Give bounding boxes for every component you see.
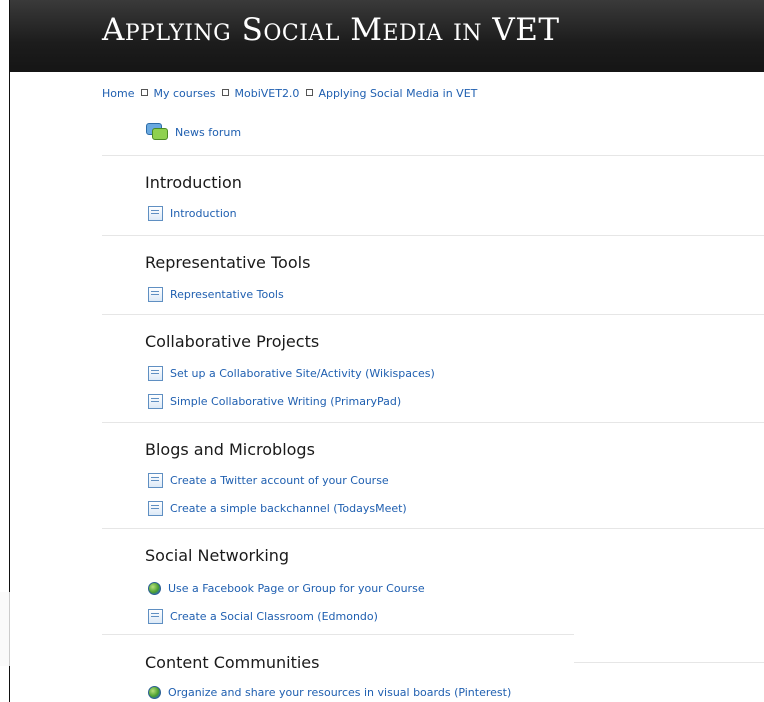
section-divider bbox=[574, 662, 764, 663]
activity-label: Create a simple backchannel (TodaysMeet) bbox=[170, 501, 407, 515]
activity-twitter-account[interactable]: Create a Twitter account of your Course bbox=[148, 470, 389, 490]
page-icon bbox=[148, 286, 163, 302]
activity-label: Set up a Collaborative Site/Activity (Wi… bbox=[170, 366, 435, 380]
activity-label: Create a Social Classroom (Edmondo) bbox=[170, 609, 378, 623]
page-icon bbox=[148, 365, 163, 381]
section-title-social-networking: Social Networking bbox=[145, 546, 290, 565]
side-panel-edge bbox=[0, 592, 10, 666]
section-divider bbox=[102, 235, 764, 236]
section-title-content-communities: Content Communities bbox=[145, 653, 320, 672]
breadcrumb-separator-icon bbox=[141, 89, 149, 96]
activity-label: Organize and share your resources in vis… bbox=[168, 685, 512, 699]
activity-primarypad[interactable]: Simple Collaborative Writing (PrimaryPad… bbox=[148, 391, 401, 411]
activity-representative-tools[interactable]: Representative Tools bbox=[148, 284, 284, 304]
url-icon bbox=[148, 685, 161, 699]
activity-wikispaces[interactable]: Set up a Collaborative Site/Activity (Wi… bbox=[148, 363, 435, 383]
breadcrumb-separator-icon bbox=[222, 89, 230, 96]
section-divider bbox=[102, 422, 764, 423]
section-divider bbox=[102, 155, 764, 156]
course-title: Applying Social Media in VET bbox=[102, 12, 560, 48]
activity-facebook-page[interactable]: Use a Facebook Page or Group for your Co… bbox=[148, 578, 425, 598]
page-icon bbox=[148, 500, 163, 516]
section-title-introduction: Introduction bbox=[145, 173, 242, 192]
section-divider bbox=[102, 528, 764, 529]
activity-label: Create a Twitter account of your Course bbox=[170, 473, 389, 487]
activity-label: Introduction bbox=[170, 206, 237, 220]
page-icon bbox=[148, 393, 163, 409]
breadcrumb-my-courses[interactable]: My courses bbox=[153, 87, 215, 100]
activity-introduction[interactable]: Introduction bbox=[148, 203, 237, 223]
course-header-banner: Applying Social Media in VET bbox=[10, 0, 764, 72]
breadcrumb-separator-icon bbox=[306, 89, 314, 96]
activity-edmondo[interactable]: Create a Social Classroom (Edmondo) bbox=[148, 606, 378, 626]
activity-label: Representative Tools bbox=[170, 287, 284, 301]
activity-label: Use a Facebook Page or Group for your Co… bbox=[168, 581, 425, 595]
section-title-blogs-microblogs: Blogs and Microblogs bbox=[145, 440, 315, 459]
breadcrumb: Home My courses MobiVET2.0 Applying Social … bbox=[102, 87, 477, 100]
breadcrumb-home[interactable]: Home bbox=[102, 87, 134, 100]
url-icon bbox=[148, 581, 161, 595]
activity-todaysmeet[interactable]: Create a simple backchannel (TodaysMeet) bbox=[148, 498, 407, 518]
page-icon bbox=[148, 608, 163, 624]
section-title-representative-tools: Representative Tools bbox=[145, 253, 311, 272]
section-divider bbox=[102, 634, 574, 635]
section-divider bbox=[102, 314, 764, 315]
page-icon bbox=[148, 205, 163, 221]
news-forum-label: News forum bbox=[175, 125, 242, 139]
breadcrumb-course-category[interactable]: MobiVET2.0 bbox=[234, 87, 299, 100]
forum-icon bbox=[146, 123, 168, 141]
breadcrumb-current-course[interactable]: Applying Social Media in VET bbox=[318, 87, 477, 100]
news-forum-link[interactable]: News forum bbox=[146, 122, 241, 142]
activity-pinterest[interactable]: Organize and share your resources in vis… bbox=[148, 682, 511, 702]
page-icon bbox=[148, 472, 163, 488]
section-title-collaborative-projects: Collaborative Projects bbox=[145, 332, 320, 351]
activity-label: Simple Collaborative Writing (PrimaryPad… bbox=[170, 394, 402, 408]
